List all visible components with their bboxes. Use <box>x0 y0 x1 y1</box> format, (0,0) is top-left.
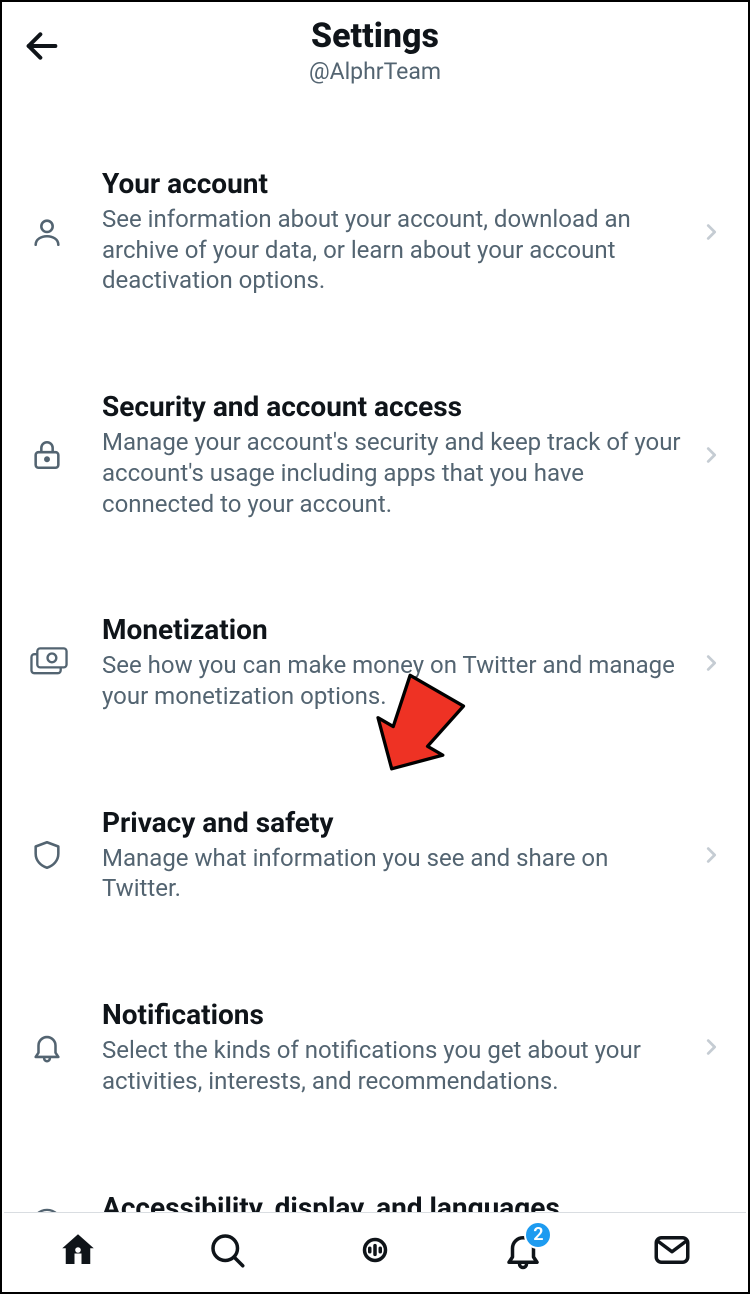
item-title: Your account <box>102 167 686 200</box>
item-title: Notifications <box>102 998 686 1031</box>
person-icon <box>30 215 78 249</box>
settings-list: Your account See information about your … <box>2 135 748 1290</box>
nav-search[interactable] <box>206 1229 248 1275</box>
settings-item-notifications[interactable]: Notifications Select the kinds of notifi… <box>2 966 748 1128</box>
item-desc: Manage what information you see and shar… <box>102 843 686 904</box>
item-desc: See how you can make money on Twitter an… <box>102 650 686 711</box>
lock-icon <box>30 438 78 472</box>
chevron-right-icon <box>696 221 726 243</box>
item-desc: See information about your account, down… <box>102 204 686 296</box>
nav-home[interactable] <box>57 1229 99 1275</box>
back-button[interactable] <box>22 26 62 70</box>
bell-icon <box>30 1030 78 1064</box>
settings-item-privacy-safety[interactable]: Privacy and safety Manage what informati… <box>2 774 748 936</box>
item-title: Privacy and safety <box>102 806 686 839</box>
page-title: Settings <box>22 16 728 56</box>
settings-item-your-account[interactable]: Your account See information about your … <box>2 135 748 328</box>
chevron-right-icon <box>696 844 726 866</box>
header: Settings @AlphrTeam <box>2 2 748 95</box>
chevron-right-icon <box>696 652 726 674</box>
chevron-right-icon <box>696 1036 726 1058</box>
item-desc: Select the kinds of notifications you ge… <box>102 1035 686 1096</box>
nav-notifications[interactable]: 2 <box>502 1229 544 1275</box>
bottom-nav: 2 <box>4 1212 746 1290</box>
item-title: Security and account access <box>102 390 686 423</box>
chevron-right-icon <box>696 444 726 466</box>
item-title: Monetization <box>102 613 686 646</box>
nav-messages[interactable] <box>651 1229 693 1275</box>
settings-item-security[interactable]: Security and account access Manage your … <box>2 358 748 551</box>
nav-spaces[interactable] <box>354 1229 396 1275</box>
page-subtitle: @AlphrTeam <box>22 58 728 85</box>
settings-item-monetization[interactable]: Monetization See how you can make money … <box>2 581 748 743</box>
cash-icon <box>30 646 78 680</box>
notification-badge: 2 <box>524 1221 552 1249</box>
item-desc: Manage your account's security and keep … <box>102 427 686 519</box>
shield-icon <box>30 838 78 872</box>
